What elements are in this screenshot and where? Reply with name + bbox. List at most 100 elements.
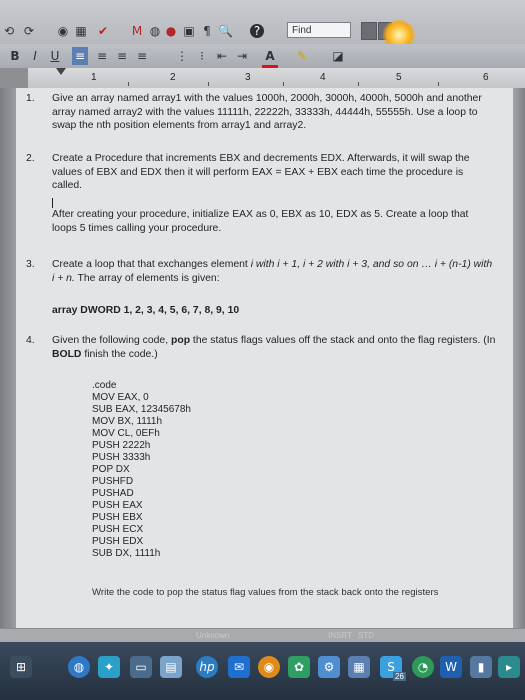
question-text: Give an array named array1 with the valu… (52, 93, 482, 131)
app-icon-media[interactable]: ◉ (258, 656, 280, 678)
document-page[interactable]: 1. Give an array named array1 with the v… (16, 88, 513, 628)
align-left-button[interactable]: ≡ (72, 47, 88, 65)
find-dropdown-button[interactable] (361, 22, 377, 40)
code-line: MOV BX, 1111h (92, 416, 163, 427)
question-text: Given the following code, pop the status… (52, 334, 496, 361)
standard-toolbar: ⟲ ⟳ ◉ ▦ ✔ M ◍ ● ▣ ¶ 🔍 ? Find (0, 0, 525, 50)
app-icon-photos[interactable]: ▤ (160, 656, 182, 678)
status-selection-mode[interactable]: STD (358, 629, 374, 643)
table-icon[interactable]: ▦ (74, 22, 88, 40)
help-icon[interactable]: ? (250, 24, 264, 38)
left-margin (0, 88, 16, 628)
ruler-number: 3 (245, 72, 251, 83)
code-line: PUSH ECX (92, 524, 144, 535)
code-line: MOV EAX, 0 (92, 392, 149, 403)
code-line: PUSH EDX (92, 536, 144, 547)
app-icon-calendar[interactable]: ▦ (348, 656, 370, 678)
record-icon[interactable]: ● (164, 22, 178, 40)
numbered-list-icon[interactable]: ⋮ (174, 47, 190, 65)
question-text-part: Given the following code, (52, 335, 171, 346)
taskbar: ⊞ ◍ ✦ ▭ ▤ hp ✉ ◉ ✿ ⚙ ▦ S 26 ◔ W ▮ ▸ (0, 642, 525, 700)
question-text-italic: i with i + 1, i + 2 with i + 3, and so o… (250, 259, 432, 270)
question-text-bold: pop (171, 335, 191, 346)
text-cursor (52, 198, 53, 208)
app-icon-extra[interactable]: ▸ (498, 656, 520, 678)
app-icon-network[interactable]: ▮ (470, 656, 492, 678)
ruler-tick (283, 82, 284, 86)
spellcheck-icon[interactable]: ✔ (96, 22, 110, 40)
question-number: 1. (26, 93, 35, 104)
justify-button[interactable]: ≡ (134, 47, 150, 65)
start-icon[interactable]: ⊞ (10, 656, 32, 678)
ruler-number: 5 (396, 72, 402, 83)
ruler-number: 6 (483, 72, 489, 83)
status-insert-mode[interactable]: INSRT (328, 629, 352, 643)
italic-button[interactable]: I (28, 47, 42, 65)
code-line: .code (92, 380, 117, 391)
zoom-icon[interactable]: 🔍 (218, 22, 233, 40)
question-text-part: the status flags values off the stack an… (190, 335, 496, 346)
font-color-button[interactable]: A (262, 47, 278, 68)
code-block: .code MOV EAX, 0 SUB EAX, 12345678h MOV … (92, 380, 191, 560)
question-text-continued: After creating your procedure, initializ… (52, 209, 469, 234)
question-number: 4. (26, 335, 35, 346)
code-line: SUB DX, 1111h (92, 548, 161, 559)
bullet-list-icon[interactable]: ⁝ (194, 47, 210, 65)
background-color-icon[interactable]: ◪ (330, 47, 346, 65)
hp-icon[interactable]: hp (196, 656, 218, 678)
code-line: PUSHAD (92, 488, 134, 499)
question-text-part: The array of elements is given: (74, 272, 220, 284)
right-margin (513, 88, 525, 628)
ruler-tick (358, 82, 359, 86)
find-input[interactable]: Find (287, 22, 351, 38)
ruler-tick (128, 82, 129, 86)
app-icon-store[interactable]: ✿ (288, 656, 310, 678)
status-bar: Unknown INSRT STD (0, 628, 525, 643)
notification-badge: 26 (393, 672, 406, 681)
decrease-indent-icon[interactable]: ⇤ (214, 47, 230, 65)
increase-indent-icon[interactable]: ⇥ (234, 47, 250, 65)
app-icon-chrome[interactable]: ◔ (412, 656, 434, 678)
question-text: Create a loop that that exchanges elemen… (52, 258, 496, 285)
highlight-icon[interactable]: ✎ (294, 47, 310, 65)
underline-button[interactable]: U (48, 47, 62, 65)
undo-icon[interactable]: ⟲ (2, 22, 16, 40)
question-number: 2. (26, 153, 35, 164)
web-icon[interactable]: ◍ (148, 22, 162, 40)
ruler-number: 4 (320, 72, 326, 83)
align-right-button[interactable]: ≡ (114, 47, 130, 65)
ruler-indent-marker[interactable] (56, 68, 66, 75)
app-icon-shield[interactable]: ✦ (98, 656, 120, 678)
code-line: MOV CL, 0EFh (92, 428, 160, 439)
bold-button[interactable]: B (8, 47, 22, 65)
formatting-marks-icon[interactable]: ¶ (200, 22, 214, 40)
code-line: PUSH EAX (92, 500, 143, 511)
array-declaration: array DWORD 1, 2, 3, 4, 5, 6, 7, 8, 9, 1… (52, 305, 240, 316)
app-icon-monitor[interactable]: ▭ (130, 656, 152, 678)
app-icon-mail[interactable]: ✉ (228, 656, 250, 678)
copy-icon[interactable]: ◉ (56, 22, 70, 40)
find-label: Find (292, 25, 312, 36)
code-line: PUSH 2222h (92, 440, 151, 451)
code-line: SUB EAX, 12345678h (92, 404, 191, 415)
redo-icon[interactable]: ⟳ (22, 22, 36, 40)
navigator-icon[interactable]: M (130, 22, 144, 40)
code-line: PUSH EBX (92, 512, 143, 523)
save-icon[interactable]: ▣ (182, 22, 196, 40)
code-line: PUSHFD (92, 476, 134, 487)
ruler-number: 2 (170, 72, 176, 83)
app-icon-globe[interactable]: ◍ (68, 656, 90, 678)
question-text-bold: BOLD (52, 348, 82, 360)
app-icon-settings[interactable]: ⚙ (318, 656, 340, 678)
ruler-tick (208, 82, 209, 86)
formatting-toolbar: B I U ≡ ≡ ≡ ≡ ⋮ ⁝ ⇤ ⇥ A ✎ ◪ (0, 44, 525, 69)
code-line: PUSH 3333h (92, 452, 151, 463)
status-language: Unknown (196, 631, 230, 640)
final-instruction: Write the code to pop the status flag va… (92, 587, 439, 598)
align-center-button[interactable]: ≡ (94, 47, 110, 65)
ruler-number: 1 (91, 72, 97, 83)
ruler-tick (438, 82, 439, 86)
code-line: POP DX (92, 464, 130, 475)
app-icon-word[interactable]: W (440, 656, 462, 678)
ruler[interactable]: 1 2 3 4 5 6 (28, 68, 525, 89)
